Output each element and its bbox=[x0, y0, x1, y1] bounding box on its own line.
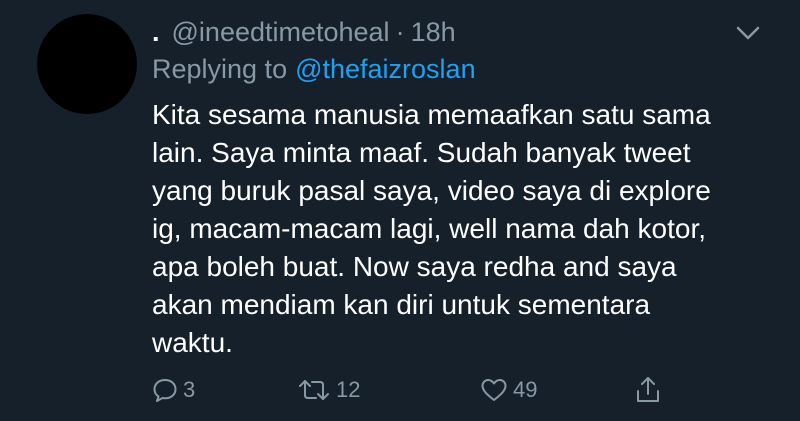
retweet-button[interactable]: 12 bbox=[297, 370, 360, 410]
comment-icon bbox=[152, 377, 178, 403]
replying-to-label: Replying to bbox=[152, 54, 288, 84]
tweet-text-line: waktu. bbox=[152, 327, 233, 358]
tweet-text-line: akan mendiam kan diri untuk sementara bbox=[152, 289, 651, 320]
replying-to-handle[interactable]: @thefaizroslan bbox=[295, 54, 476, 84]
tweet-text-line: yang buruk pasal saya, video saya di exp… bbox=[152, 175, 711, 206]
retweet-count: 12 bbox=[336, 377, 361, 402]
share-button[interactable] bbox=[635, 370, 661, 410]
heart-icon bbox=[480, 377, 508, 403]
reply-count: 3 bbox=[183, 377, 196, 402]
tweet-text-line: ig, macam-macam lagi, well nama dah koto… bbox=[152, 213, 706, 244]
tweet-text-line: Kita sesama manusia memaafkan satu sama bbox=[152, 99, 711, 130]
reply-button[interactable]: 3 bbox=[152, 370, 195, 410]
tweet-text-line: lain. Saya minta maaf. Sudah banyak twee… bbox=[152, 137, 691, 168]
separator: · bbox=[395, 16, 405, 47]
share-icon bbox=[635, 375, 661, 405]
chevron-down-icon[interactable] bbox=[734, 22, 762, 44]
tweet-header: . @ineedtimetoheal · 18h bbox=[152, 14, 456, 50]
avatar[interactable] bbox=[37, 14, 137, 114]
tweet-text-line: apa boleh buat. Now saya redha and saya bbox=[152, 251, 677, 282]
like-count: 49 bbox=[513, 377, 538, 402]
action-bar: 3 12 49 bbox=[152, 370, 672, 410]
like-button[interactable]: 49 bbox=[480, 370, 537, 410]
username-handle[interactable]: @ineedtimetoheal bbox=[172, 17, 390, 48]
replying-to: Replying to @thefaizroslan bbox=[152, 54, 476, 85]
display-name[interactable]: . bbox=[152, 17, 160, 48]
tweet[interactable]: . @ineedtimetoheal · 18h Replying to @the… bbox=[0, 0, 800, 421]
retweet-icon bbox=[297, 377, 331, 403]
timestamp[interactable]: 18h bbox=[411, 17, 456, 48]
tweet-text: Kita sesama manusia memaafkan satu sama … bbox=[152, 96, 780, 362]
